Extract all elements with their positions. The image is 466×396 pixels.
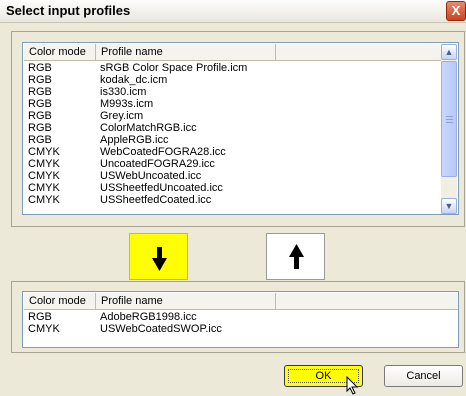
profile-name-cell: M993s.icm <box>100 98 154 110</box>
color-mode-cell: RGB <box>28 122 52 134</box>
selected-profiles-list[interactable]: Color mode Profile name RGB AdobeRGB1998.… <box>22 291 459 348</box>
profile-name-cell: USSheetfedUncoated.icc <box>100 182 223 194</box>
column-header-color-mode[interactable]: Color mode <box>24 293 96 309</box>
available-profiles-panel: Color mode Profile name RGB sRGB Color Sp… <box>11 31 465 227</box>
arrow-up-icon <box>289 244 304 269</box>
cancel-button-label: Cancel <box>406 370 441 382</box>
color-mode-cell: RGB <box>28 86 52 98</box>
profile-name-cell: sRGB Color Space Profile.icm <box>100 62 248 74</box>
scroll-up-button[interactable]: ▲ <box>441 44 457 60</box>
color-mode-cell: CMYK <box>28 158 60 170</box>
color-mode-cell: RGB <box>28 110 52 122</box>
profile-name-cell: AdobeRGB1998.icc <box>100 311 197 323</box>
scroll-down-button[interactable]: ▼ <box>441 198 457 214</box>
add-profile-button[interactable] <box>129 233 188 280</box>
close-icon: X <box>451 3 461 18</box>
color-mode-cell: RGB <box>28 74 52 86</box>
chevron-up-icon: ▲ <box>444 47 454 57</box>
arrow-down-icon <box>152 247 167 271</box>
profile-name-cell: UncoatedFOGRA29.icc <box>100 158 215 170</box>
mouse-cursor-icon <box>346 376 359 395</box>
column-header-empty[interactable] <box>276 44 442 60</box>
dialog-title: Select input profiles <box>6 3 131 18</box>
vertical-scrollbar[interactable]: ▲ ▼ <box>441 44 457 214</box>
selected-profiles-panel: Color mode Profile name RGB AdobeRGB1998.… <box>11 281 465 353</box>
color-mode-cell: RGB <box>28 134 52 146</box>
column-header-profile-name[interactable]: Profile name <box>96 44 276 60</box>
profile-name-cell: ColorMatchRGB.icc <box>100 122 197 134</box>
profile-name-cell: Grey.icm <box>100 110 144 122</box>
remove-profile-button[interactable] <box>266 233 325 280</box>
color-mode-cell: RGB <box>28 62 52 74</box>
profile-name-cell: USSheetfedCoated.icc <box>100 194 212 206</box>
close-button[interactable]: X <box>446 1 466 21</box>
title-bar[interactable]: Select input profiles X <box>0 0 466 23</box>
column-header-profile-name[interactable]: Profile name <box>96 293 276 309</box>
list-header: Color mode Profile name <box>24 293 458 310</box>
ok-button-label: OK <box>315 370 332 382</box>
select-input-profiles-dialog: Select input profiles X Color mode Profi… <box>0 0 466 396</box>
color-mode-cell: CMYK <box>28 170 60 182</box>
scrollbar-thumb[interactable] <box>441 61 457 177</box>
color-mode-cell: CMYK <box>28 182 60 194</box>
available-profiles-list[interactable]: Color mode Profile name RGB sRGB Color Sp… <box>22 42 459 215</box>
column-header-color-mode[interactable]: Color mode <box>24 44 96 60</box>
color-mode-cell: RGB <box>28 311 52 323</box>
color-mode-cell: RGB <box>28 98 52 110</box>
profile-name-cell: is330.icm <box>100 86 147 98</box>
profile-name-cell: AppleRGB.icc <box>100 134 169 146</box>
profile-name-cell: kodak_dc.icm <box>100 74 168 86</box>
column-header-empty[interactable] <box>276 293 458 309</box>
profile-name-cell: WebCoatedFOGRA28.icc <box>100 146 226 158</box>
list-header: Color mode Profile name <box>24 44 442 61</box>
color-mode-cell: CMYK <box>28 194 60 206</box>
color-mode-cell: CMYK <box>28 146 60 158</box>
profile-name-cell: USWebUncoated.icc <box>100 170 202 182</box>
chevron-down-icon: ▼ <box>444 201 454 211</box>
color-mode-cell: CMYK <box>28 323 60 335</box>
profile-name-cell: USWebCoatedSWOP.icc <box>100 323 222 335</box>
cancel-button[interactable]: Cancel <box>384 365 463 387</box>
